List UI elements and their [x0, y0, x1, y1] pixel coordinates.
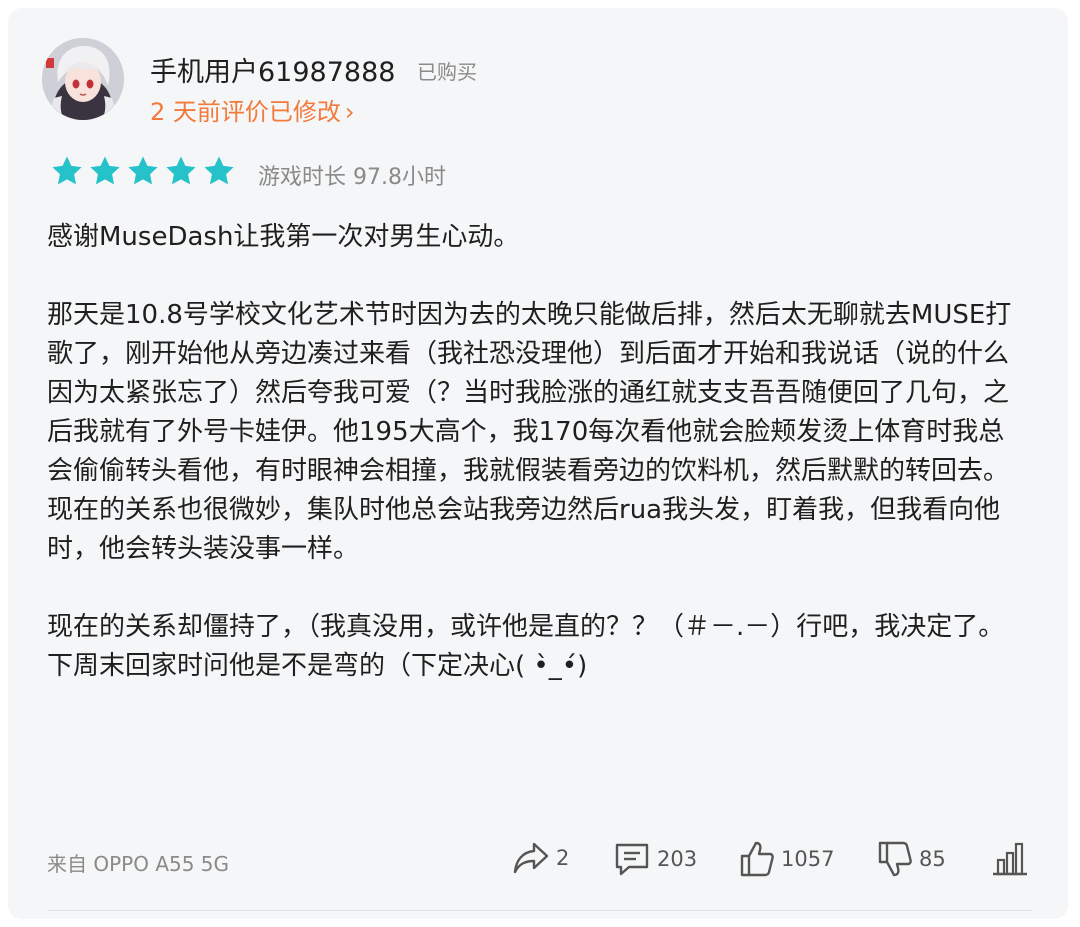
- star-icon: [52, 156, 82, 185]
- comment-count: 203: [657, 847, 698, 871]
- comment-icon: [615, 843, 649, 876]
- edited-note-link[interactable]: 2 天前评价已修改 ›: [150, 92, 355, 127]
- review-paragraph: 那天是10.8号学校文化艺术节时因为去的太晚只能做后排，然后太无聊就去MUSE打…: [47, 300, 1012, 564]
- chevron-right-icon: ›: [344, 98, 355, 126]
- star-rating: [50, 154, 236, 188]
- star-icon: [166, 156, 196, 185]
- thumbs-down-icon: [878, 841, 912, 877]
- anime-avatar-image: [42, 38, 124, 120]
- divider: [47, 910, 1032, 911]
- dislike-count: 85: [919, 847, 946, 871]
- edited-note-text: 2 天前评价已修改: [150, 98, 341, 126]
- star-icon: [128, 156, 158, 185]
- review-body: 感谢MuseDash让我第一次对男生心动。 那天是10.8号学校文化艺术节时因为…: [47, 218, 1027, 686]
- like-count: 1057: [781, 847, 835, 871]
- review-paragraph: 现在的关系却僵持了，（我真没用，或许他是直的？？（＃－.－）行吧，我决定了。下周…: [47, 612, 1005, 681]
- review-footer: 来自 OPPO A55 5G 2 203 1057 85: [47, 840, 1032, 880]
- share-button[interactable]: 2: [512, 840, 569, 876]
- username[interactable]: 手机用户61987888: [150, 50, 395, 89]
- star-icon: [204, 156, 234, 185]
- dislike-button[interactable]: 85: [877, 840, 946, 878]
- thumbs-up-icon: [740, 841, 774, 877]
- user-avatar[interactable]: [42, 38, 124, 120]
- review-paragraph: 感谢MuseDash让我第一次对男生心动。: [47, 222, 520, 252]
- like-button[interactable]: 1057: [739, 840, 834, 878]
- stats-button[interactable]: [991, 840, 1029, 878]
- comment-button[interactable]: 203: [613, 840, 697, 878]
- purchased-badge: 已购买: [417, 60, 477, 84]
- device-label: 来自 OPPO A55 5G: [47, 852, 230, 876]
- star-icon: [90, 156, 120, 185]
- playtime: 游戏时长 97.8小时: [258, 165, 446, 190]
- share-count: 2: [556, 846, 570, 870]
- share-icon: [513, 842, 549, 874]
- bar-chart-icon: [993, 842, 1027, 876]
